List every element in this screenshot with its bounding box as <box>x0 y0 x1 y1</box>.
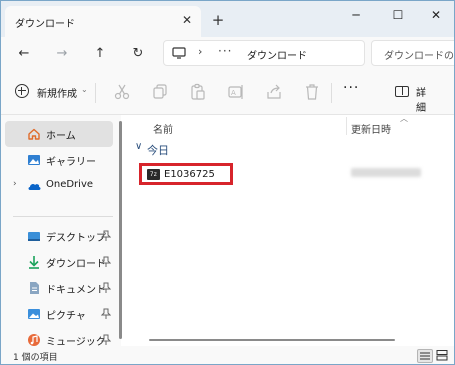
tiles-view-button[interactable] <box>435 349 451 363</box>
sidebar-item-pictures[interactable]: ピクチャ <box>5 301 113 327</box>
gallery-icon <box>28 155 40 165</box>
file-name: E1036725 <box>164 169 215 180</box>
search-input[interactable]: ダウンロードの検索 <box>371 40 454 66</box>
copy-icon[interactable] <box>151 83 169 101</box>
search-placeholder: ダウンロードの検索 <box>384 51 454 62</box>
column-header-name[interactable]: 名前 <box>153 121 173 136</box>
sidebar-item-label: ピクチャ <box>46 311 86 322</box>
details-view-button[interactable] <box>417 349 433 363</box>
forward-button[interactable]: → <box>51 43 73 65</box>
column-header-date[interactable]: 更新日時 <box>351 121 391 136</box>
sidebar-item-documents[interactable]: ドキュメント <box>5 275 113 301</box>
item-count: 1 個の項目 <box>13 353 58 363</box>
sidebar-scrollbar[interactable] <box>119 121 122 339</box>
pin-icon[interactable] <box>100 282 112 294</box>
rename-icon[interactable]: A <box>227 83 245 101</box>
sidebar-item-home[interactable]: ホーム <box>5 121 113 147</box>
breadcrumb-separator: › <box>198 45 203 58</box>
breadcrumb-more-button[interactable]: ··· <box>218 44 232 58</box>
cut-icon[interactable] <box>113 83 131 101</box>
minimize-button[interactable]: ─ <box>339 4 373 26</box>
file-explorer-window: ダウンロード ✕ + ─ ☐ ✕ ← → ↑ ↻ › ··· ダウンロード ダウ… <box>0 0 455 365</box>
share-icon[interactable] <box>265 83 283 101</box>
address-row: ← → ↑ ↻ › ··· ダウンロード ダウンロードの検索 <box>1 37 454 69</box>
more-options-button[interactable]: ··· <box>343 80 359 96</box>
sidebar-item-label: OneDrive <box>46 179 94 190</box>
pin-icon[interactable] <box>100 230 112 242</box>
sidebar-item-onedrive[interactable]: › OneDrive <box>5 173 113 199</box>
file-item[interactable]: 7z E1036725 <box>139 163 233 185</box>
status-bar: 1 個の項目 <box>1 346 454 364</box>
computer-icon <box>172 47 186 59</box>
sidebar-item-label: ホーム <box>46 131 76 142</box>
maximize-button[interactable]: ☐ <box>381 4 415 26</box>
column-separator[interactable] <box>346 117 347 135</box>
sidebar-item-desktop[interactable]: デスクトップ <box>5 223 113 249</box>
horizontal-scrollbar[interactable] <box>149 339 395 341</box>
new-label: 新規作成 <box>37 89 77 100</box>
onedrive-icon <box>28 183 41 190</box>
pin-icon[interactable] <box>100 334 112 346</box>
file-modified-date-blurred <box>351 168 421 177</box>
group-header-today[interactable]: 今日 <box>147 142 169 158</box>
details-view-icon <box>420 352 430 360</box>
paste-icon[interactable] <box>189 83 207 101</box>
command-divider <box>331 83 332 103</box>
documents-icon <box>30 282 39 294</box>
title-bar: ダウンロード ✕ + ─ ☐ ✕ <box>1 1 454 37</box>
music-icon <box>28 334 40 346</box>
new-tab-button[interactable]: + <box>209 11 227 29</box>
command-divider <box>95 83 96 103</box>
group-collapse-icon[interactable]: ∨ <box>135 141 142 152</box>
refresh-button[interactable]: ↻ <box>127 43 149 65</box>
pictures-icon <box>28 309 40 319</box>
sidebar-item-label: ダウンロード <box>46 259 106 270</box>
sidebar-item-label: ドキュメント <box>46 285 106 296</box>
sidebar-divider <box>13 216 113 217</box>
plus-circle-icon <box>15 84 29 98</box>
navigation-pane: ホーム ギャラリー › OneDrive デスクトップ ダウンロード ドキュメン… <box>1 115 121 348</box>
tab-downloads[interactable]: ダウンロード ✕ <box>5 6 201 37</box>
sidebar-item-downloads[interactable]: ダウンロード <box>5 249 113 275</box>
sidebar-item-gallery[interactable]: ギャラリー <box>5 147 113 173</box>
download-icon <box>29 256 39 269</box>
command-bar: 新規作成 ⌄ A ··· 詳細 <box>1 69 454 115</box>
tiles-view-icon <box>436 350 448 361</box>
back-button[interactable]: ← <box>13 43 35 65</box>
pin-icon[interactable] <box>100 256 112 268</box>
svg-text:A: A <box>231 89 236 97</box>
tab-title: ダウンロード <box>15 19 75 30</box>
file-list: 名前 更新日時 ︿ ∨ 今日 7z E1036725 <box>125 114 454 347</box>
sort-indicator-icon: ︿ <box>400 114 408 123</box>
breadcrumb-current[interactable]: ダウンロード <box>247 47 307 62</box>
up-button[interactable]: ↑ <box>89 43 111 65</box>
close-button[interactable]: ✕ <box>419 4 453 26</box>
tab-close-icon[interactable]: ✕ <box>179 12 195 28</box>
details-pane-icon <box>395 86 409 97</box>
expand-chevron-icon[interactable]: › <box>13 179 17 189</box>
delete-icon[interactable] <box>303 83 321 101</box>
sidebar-item-label: ギャラリー <box>46 157 96 168</box>
address-bar[interactable]: › ··· ダウンロード <box>163 40 365 66</box>
7z-archive-icon: 7z <box>147 169 160 180</box>
desktop-icon <box>28 232 40 241</box>
chevron-down-icon: ⌄ <box>81 85 88 94</box>
details-label: 詳細 <box>416 88 426 114</box>
home-icon <box>28 128 40 140</box>
sidebar-item-label: デスクトップ <box>46 233 106 244</box>
pin-icon[interactable] <box>100 308 112 320</box>
